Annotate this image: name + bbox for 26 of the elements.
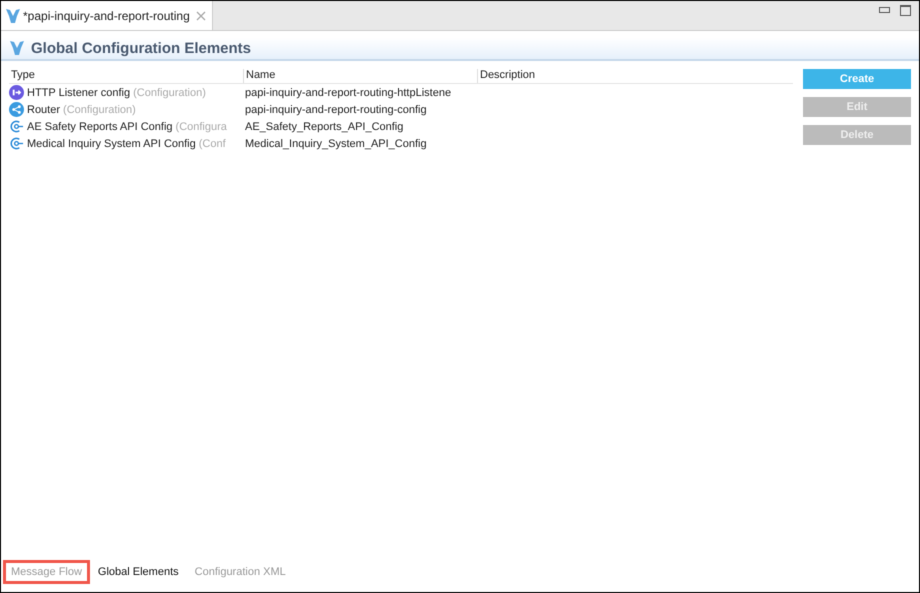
type-text: Router [27, 104, 60, 116]
name-text: AE_Safety_Reports_API_Config [244, 120, 404, 132]
minimize-icon[interactable] [879, 7, 890, 13]
type-text: Medical Inquiry System API Config [27, 138, 196, 150]
type-hint: (Configuration) [63, 104, 136, 116]
mule-icon [9, 40, 25, 56]
type-text: HTTP Listener config [27, 86, 130, 98]
page-tab[interactable]: Global Elements [90, 560, 187, 584]
mule-icon [5, 8, 21, 24]
type-hint: (Conf [198, 138, 226, 150]
maximize-icon[interactable] [900, 5, 911, 16]
listener-icon [9, 85, 24, 100]
name-text: papi-inquiry-and-report-routing-httpListene [244, 86, 452, 98]
section-title: Global Configuration Elements [31, 40, 252, 56]
api-config-icon [9, 119, 24, 134]
column-header[interactable]: Type [9, 69, 243, 83]
editor-tab[interactable]: *papi-inquiry-and-report-routing [1, 1, 213, 30]
router-icon [9, 102, 24, 117]
type-hint: (Configura [176, 120, 227, 132]
column-header[interactable]: Description [477, 69, 793, 83]
name-text: Medical_Inquiry_System_API_Config [244, 138, 427, 150]
column-header[interactable]: Name [243, 69, 477, 83]
api-config-icon [9, 136, 24, 151]
type-hint: (Configuration) [133, 86, 206, 98]
type-text: AE Safety Reports API Config [27, 120, 173, 132]
name-text: papi-inquiry-and-report-routing-config [244, 104, 427, 116]
